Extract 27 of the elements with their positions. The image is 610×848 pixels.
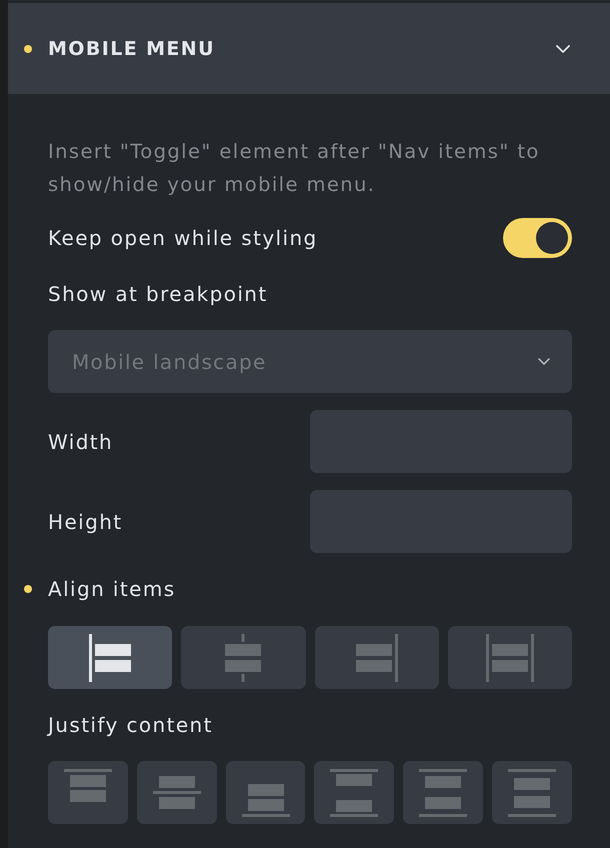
- space-between-icon: [330, 768, 378, 816]
- align-center-icon: [225, 634, 262, 682]
- width-label: Width: [48, 428, 114, 456]
- justify-option-button[interactable]: [314, 761, 394, 824]
- align-option-button[interactable]: [48, 626, 172, 689]
- keep-open-toggle[interactable]: [503, 218, 572, 258]
- chevron-down-icon: [556, 44, 570, 52]
- height-label: Height: [48, 508, 123, 536]
- justify-option-button[interactable]: [226, 761, 306, 824]
- align-items-label: Align items: [48, 576, 176, 603]
- justify-option-button[interactable]: [492, 761, 572, 824]
- height-input[interactable]: [310, 490, 572, 553]
- justify-option-button[interactable]: [136, 761, 217, 824]
- description-text: Insert "Toggle" element after "Nav items" to show/hide your mobile menu.: [48, 139, 541, 198]
- breakpoint-label: Show at breakpoint: [48, 281, 268, 308]
- align-stretch-icon: [486, 634, 534, 682]
- width-input[interactable]: [310, 410, 572, 473]
- align-left-icon: [89, 634, 132, 682]
- keep-open-label: Keep open while styling: [48, 225, 318, 252]
- section-header[interactable]: MOBILE MENU: [8, 3, 610, 94]
- chevron-down-icon: [538, 358, 550, 365]
- space-around-icon: [419, 768, 468, 816]
- justify-content-label: Justify content: [48, 712, 213, 739]
- align-right-icon: [356, 634, 398, 682]
- space-evenly-icon: [508, 768, 556, 816]
- justify-option-button[interactable]: [403, 761, 484, 824]
- justify-option-button[interactable]: [48, 761, 128, 824]
